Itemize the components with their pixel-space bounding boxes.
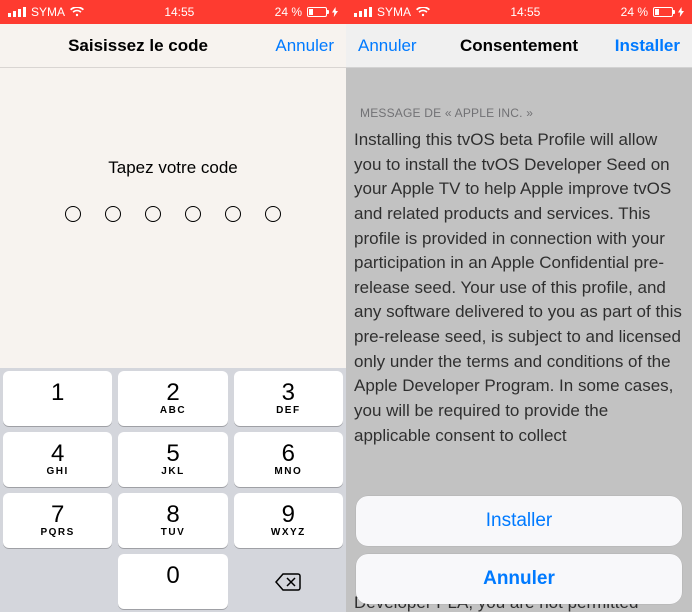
key-4[interactable]: 4GHI xyxy=(3,432,112,487)
sheet-install-button[interactable]: Installer xyxy=(356,496,682,546)
passcode-area: Tapez votre code xyxy=(0,68,346,222)
cancel-button[interactable]: Annuler xyxy=(358,36,428,56)
key-8[interactable]: 8TUV xyxy=(118,493,227,548)
consent-screen: SYMA 14:55 24 % Annuler Consentement Ins… xyxy=(346,0,692,612)
signal-icon xyxy=(8,7,26,17)
key-6[interactable]: 6MNO xyxy=(234,432,343,487)
key-2[interactable]: 2ABC xyxy=(118,371,227,426)
signal-icon xyxy=(354,7,372,17)
action-sheet: Installer Annuler xyxy=(356,488,682,604)
passcode-dot xyxy=(65,206,81,222)
passcode-prompt: Tapez votre code xyxy=(0,158,346,178)
key-1[interactable]: 1 xyxy=(3,371,112,426)
status-bar: SYMA 14:55 24 % xyxy=(0,0,346,24)
sheet-cancel-button[interactable]: Annuler xyxy=(356,554,682,604)
clock: 14:55 xyxy=(164,5,194,19)
backspace-icon xyxy=(274,572,302,592)
battery-pct: 24 % xyxy=(621,5,648,19)
passcode-dot xyxy=(145,206,161,222)
nav-title: Saisissez le code xyxy=(12,36,264,56)
key-3[interactable]: 3DEF xyxy=(234,371,343,426)
key-5[interactable]: 5JKL xyxy=(118,432,227,487)
delete-key[interactable] xyxy=(234,554,343,609)
passcode-dots xyxy=(0,206,346,222)
cancel-button[interactable]: Annuler xyxy=(264,36,334,56)
consent-body: MESSAGE DE « APPLE INC. » Installing thi… xyxy=(346,68,692,612)
charging-icon xyxy=(332,7,338,17)
install-button[interactable]: Installer xyxy=(610,36,680,56)
passcode-dot xyxy=(185,206,201,222)
key-blank xyxy=(3,554,112,609)
wifi-icon xyxy=(416,7,430,17)
passcode-dot xyxy=(105,206,121,222)
nav-title: Consentement xyxy=(428,36,610,56)
status-bar: SYMA 14:55 24 % xyxy=(346,0,692,24)
charging-icon xyxy=(678,7,684,17)
passcode-dot xyxy=(225,206,241,222)
battery-pct: 24 % xyxy=(275,5,302,19)
number-keypad: 1 2ABC 3DEF 4GHI 5JKL 6MNO 7PQRS 8TUV 9W… xyxy=(0,368,346,612)
key-7[interactable]: 7PQRS xyxy=(3,493,112,548)
clock: 14:55 xyxy=(510,5,540,19)
carrier-label: SYMA xyxy=(31,5,65,19)
passcode-dot xyxy=(265,206,281,222)
nav-bar: Annuler Consentement Installer xyxy=(346,24,692,68)
battery-icon xyxy=(307,7,327,17)
passcode-screen: SYMA 14:55 24 % Saisissez le code Annule… xyxy=(0,0,346,612)
key-9[interactable]: 9WXYZ xyxy=(234,493,343,548)
carrier-label: SYMA xyxy=(377,5,411,19)
nav-bar: Saisissez le code Annuler xyxy=(0,24,346,68)
key-0[interactable]: 0 xyxy=(118,554,227,609)
wifi-icon xyxy=(70,7,84,17)
battery-icon xyxy=(653,7,673,17)
